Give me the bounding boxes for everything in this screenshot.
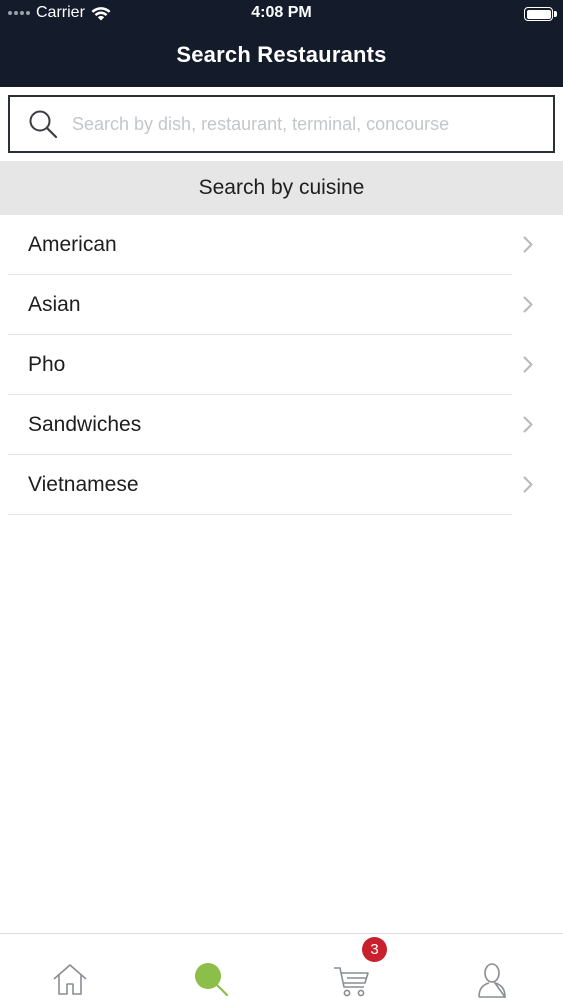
- cart-count-badge: 3: [362, 937, 387, 962]
- search-icon: [29, 110, 58, 139]
- tab-profile[interactable]: [422, 934, 562, 1000]
- search-icon: [195, 963, 229, 997]
- cuisine-item-label: Pho: [28, 353, 66, 376]
- chevron-right-icon: [523, 356, 533, 373]
- cuisine-item-sandwiches[interactable]: Sandwiches: [0, 395, 563, 455]
- cuisine-section-header: Search by cuisine: [0, 161, 563, 215]
- chevron-right-icon: [523, 296, 533, 313]
- tab-home[interactable]: [0, 934, 140, 1000]
- cuisine-item-pho[interactable]: Pho: [0, 335, 563, 395]
- tab-search[interactable]: [140, 934, 280, 1000]
- cuisine-item-label: American: [28, 233, 117, 256]
- search-input[interactable]: [72, 113, 512, 135]
- search-bar[interactable]: [8, 95, 555, 153]
- cuisine-item-label: Sandwiches: [28, 413, 142, 436]
- cuisine-item-asian[interactable]: Asian: [0, 275, 563, 335]
- tab-bar: 3: [0, 933, 563, 1000]
- tab-cart[interactable]: 3: [281, 934, 421, 1000]
- cuisine-item-american[interactable]: American: [0, 215, 563, 275]
- chevron-right-icon: [523, 236, 533, 253]
- cuisine-list: American Asian Pho Sandwiches Vietnamese: [0, 215, 563, 515]
- cuisine-item-vietnamese[interactable]: Vietnamese: [0, 455, 563, 515]
- page-title: Search Restaurants: [176, 42, 387, 67]
- battery-tip: [554, 11, 557, 17]
- profile-icon: [478, 963, 506, 998]
- cart-icon: [334, 967, 369, 997]
- chevron-right-icon: [523, 416, 533, 433]
- status-time: 4:08 PM: [251, 4, 312, 21]
- home-icon: [53, 964, 87, 995]
- cuisine-item-label: Asian: [28, 293, 81, 316]
- chevron-right-icon: [523, 476, 533, 493]
- cuisine-item-label: Vietnamese: [28, 473, 139, 496]
- status-bar: Carrier 4:08 PM: [0, 0, 563, 30]
- nav-header: Carrier 4:08 PM Search Restaurants: [0, 0, 563, 87]
- battery-icon: [524, 7, 553, 21]
